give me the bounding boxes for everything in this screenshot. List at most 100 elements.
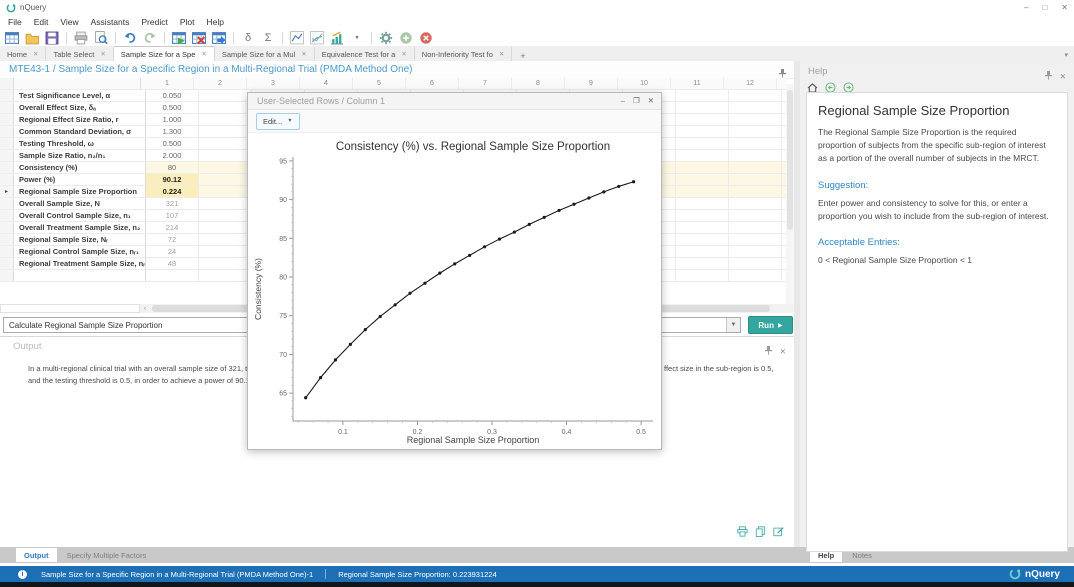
value-cell-col1[interactable]: 0.500 [146, 138, 199, 150]
menu-item-view[interactable]: View [60, 17, 78, 27]
empty-cell[interactable] [199, 90, 252, 102]
user-plot-icon[interactable] [309, 31, 325, 45]
new-table-icon[interactable] [4, 31, 20, 45]
empty-cell[interactable] [199, 174, 252, 186]
window-maximize-button[interactable]: □ [1042, 3, 1047, 12]
column-header-4[interactable]: 4 [300, 78, 353, 90]
empty-cell[interactable] [146, 270, 199, 282]
minimize-icon[interactable]: – [621, 96, 625, 105]
value-cell-col1[interactable]: 1.300 [146, 126, 199, 138]
open-folder-icon[interactable] [24, 31, 40, 45]
value-cell-col1[interactable]: 1.000 [146, 114, 199, 126]
empty-cell[interactable] [729, 126, 782, 138]
empty-cell[interactable] [729, 222, 782, 234]
empty-cell[interactable] [676, 222, 729, 234]
new-tab-button[interactable]: + [512, 51, 533, 61]
bottom-tab-specify-multiple-factors[interactable]: Specify Multiple Factors [59, 548, 155, 562]
tab-close-icon[interactable]: ✕ [499, 50, 504, 58]
close-icon[interactable]: ✕ [780, 347, 786, 356]
tab-close-icon[interactable]: ✕ [201, 50, 206, 58]
empty-cell[interactable] [729, 258, 782, 270]
column-header-7[interactable]: 7 [459, 78, 512, 90]
scroll-left-arrow-icon[interactable]: ‹ [140, 304, 150, 313]
menu-item-predict[interactable]: Predict [141, 17, 167, 27]
empty-cell[interactable] [676, 234, 729, 246]
tab-sample-size-for-a-spe[interactable]: Sample Size for a Spe✕ [114, 46, 215, 61]
grid-vertical-scrollbar[interactable] [786, 84, 794, 304]
plot-window-titlebar[interactable]: User-Selected Rows / Column 1 – ❐ ✕ [248, 93, 661, 110]
settings-gear-icon[interactable] [378, 31, 394, 45]
sigma-icon[interactable]: Σ [260, 31, 276, 45]
save-icon[interactable] [44, 31, 60, 45]
empty-cell[interactable] [676, 246, 729, 258]
empty-cell[interactable] [199, 126, 252, 138]
empty-cell[interactable] [199, 162, 252, 174]
value-cell-col1[interactable]: 72 [146, 234, 199, 246]
empty-cell[interactable] [676, 198, 729, 210]
add-circle-icon[interactable] [398, 31, 414, 45]
tab-non-inferiority-test-fo[interactable]: Non-Inferiority Test fo✕ [415, 47, 513, 61]
empty-cell[interactable] [729, 162, 782, 174]
empty-cell[interactable] [199, 270, 252, 282]
menu-item-help[interactable]: Help [207, 17, 224, 27]
menu-item-edit[interactable]: Edit [34, 17, 49, 27]
pin-icon[interactable] [1045, 67, 1052, 85]
empty-cell[interactable] [199, 258, 252, 270]
delete-table-icon[interactable] [191, 31, 207, 45]
run-button[interactable]: Run ▶ [748, 316, 793, 334]
print-preview-icon[interactable] [93, 31, 109, 45]
column-header-10[interactable]: 10 [618, 78, 671, 90]
value-cell-col1[interactable]: 214 [146, 222, 199, 234]
column-header-1[interactable]: 1 [141, 78, 194, 90]
send-table-icon[interactable] [171, 31, 187, 45]
empty-cell[interactable] [676, 186, 729, 198]
value-cell-col1[interactable]: 2.000 [146, 150, 199, 162]
column-header-2[interactable]: 2 [194, 78, 247, 90]
plot-window[interactable]: User-Selected Rows / Column 1 – ❐ ✕ Edit… [247, 92, 662, 450]
value-cell-col1[interactable]: 0.224 [146, 186, 199, 198]
empty-cell[interactable] [199, 222, 252, 234]
empty-cell[interactable] [729, 138, 782, 150]
empty-cell[interactable] [199, 198, 252, 210]
empty-cell[interactable] [729, 102, 782, 114]
empty-cell[interactable] [199, 138, 252, 150]
empty-cell[interactable] [199, 234, 252, 246]
value-cell-col1[interactable]: 90.12 [146, 174, 199, 186]
value-cell-col1[interactable]: 0.500 [146, 102, 199, 114]
bottom-tab-output[interactable]: Output [16, 548, 57, 562]
close-circle-icon[interactable] [418, 31, 434, 45]
column-header-11[interactable]: 11 [671, 78, 724, 90]
bar-chart-icon[interactable] [329, 31, 345, 45]
empty-cell[interactable] [676, 174, 729, 186]
empty-cell[interactable] [729, 174, 782, 186]
empty-cell[interactable] [729, 234, 782, 246]
copy-icon[interactable] [755, 524, 766, 542]
menu-item-file[interactable]: File [8, 17, 22, 27]
empty-cell[interactable] [199, 246, 252, 258]
empty-cell[interactable] [729, 150, 782, 162]
tab-sample-size-for-a-mul[interactable]: Sample Size for a Mul✕ [215, 47, 315, 61]
empty-cell[interactable] [676, 258, 729, 270]
tab-table-select[interactable]: Table Select✕ [46, 47, 113, 61]
goto-table-icon[interactable] [211, 31, 227, 45]
tab-equivalence-test-for-a[interactable]: Equivalence Test for a✕ [315, 47, 415, 61]
value-cell-col1[interactable]: 0.050 [146, 90, 199, 102]
empty-cell[interactable] [676, 102, 729, 114]
menu-item-assistants[interactable]: Assistants [91, 17, 130, 27]
empty-cell[interactable] [676, 138, 729, 150]
empty-cell[interactable] [676, 270, 729, 282]
menu-item-plot[interactable]: Plot [180, 17, 195, 27]
empty-cell[interactable] [729, 246, 782, 258]
undo-icon[interactable] [122, 31, 138, 45]
redo-icon[interactable] [142, 31, 158, 45]
empty-cell[interactable] [199, 210, 252, 222]
delta-icon[interactable]: δ [240, 31, 256, 45]
tab-close-icon[interactable]: ✕ [401, 50, 406, 58]
pin-icon[interactable] [765, 342, 772, 360]
value-cell-col1[interactable]: 80 [146, 162, 199, 174]
edit-button[interactable]: Edit... ▼ [256, 113, 300, 130]
empty-cell[interactable] [676, 150, 729, 162]
empty-cell[interactable] [729, 90, 782, 102]
maximize-icon[interactable]: ❐ [633, 96, 640, 105]
empty-cell[interactable] [729, 186, 782, 198]
